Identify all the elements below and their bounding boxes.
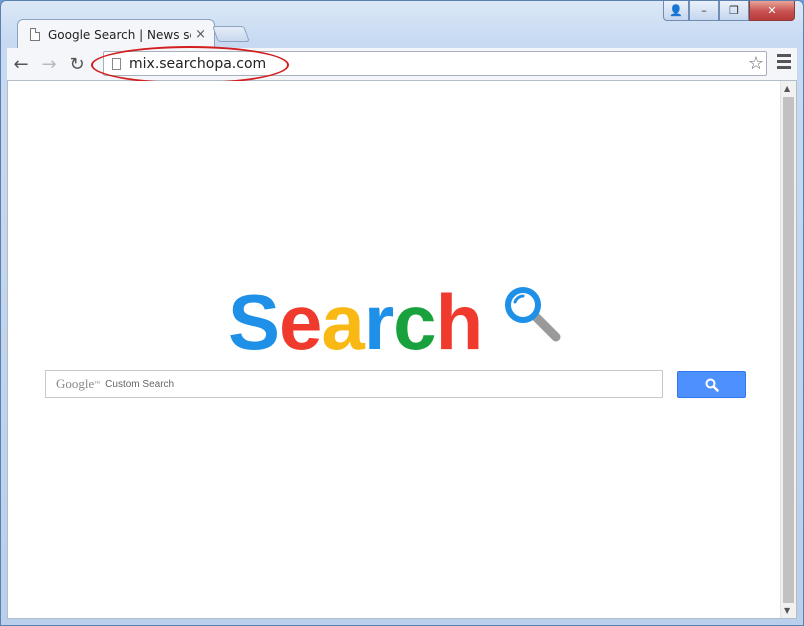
scroll-up-icon[interactable]: ▲ xyxy=(784,84,790,93)
tab-title: Google Search | News sea xyxy=(48,27,192,42)
logo-letter: h xyxy=(435,278,484,366)
tab-active[interactable]: Google Search | News sea × xyxy=(17,19,215,49)
scroll-down-icon[interactable]: ▼ xyxy=(784,606,790,615)
page-icon xyxy=(30,28,40,41)
tab-close-icon[interactable]: × xyxy=(195,27,206,42)
vertical-scrollbar[interactable]: ▲ ▼ xyxy=(780,81,796,618)
window-controls: 👤 – ❐ ✕ xyxy=(663,1,795,21)
google-brand: Google xyxy=(56,376,95,391)
minimize-button[interactable]: – xyxy=(689,1,719,21)
close-window-button[interactable]: ✕ xyxy=(749,1,795,21)
search-placeholder: Custom Search xyxy=(105,378,175,390)
user-button[interactable]: 👤 xyxy=(663,1,689,21)
browser-window: 👤 – ❐ ✕ Google Search | News sea × ← → ↻… xyxy=(0,0,804,626)
reload-button[interactable]: ↻ xyxy=(63,50,91,78)
new-tab-button[interactable] xyxy=(212,26,250,42)
forward-button[interactable]: → xyxy=(35,50,63,78)
address-bar[interactable]: mix.searchopa.com ☆ xyxy=(103,51,767,76)
maximize-button[interactable]: ❐ xyxy=(719,1,749,21)
search-icon xyxy=(705,378,719,392)
toolbar: ← → ↻ mix.searchopa.com ☆ xyxy=(7,48,797,81)
scroll-thumb[interactable] xyxy=(783,97,794,603)
search-button[interactable] xyxy=(677,371,746,398)
page-icon xyxy=(112,57,121,70)
trademark: ™ xyxy=(94,381,101,387)
back-button[interactable]: ← xyxy=(7,50,35,78)
magnifier-icon xyxy=(505,287,561,342)
search-input[interactable]: Google ™ Custom Search xyxy=(45,370,663,398)
logo-letter: S xyxy=(228,278,280,366)
url-text: mix.searchopa.com xyxy=(129,55,267,72)
logo-letter: c xyxy=(393,278,436,366)
bookmark-star-icon[interactable]: ☆ xyxy=(748,53,764,74)
page-viewport: Search Google ™ Custom Search ▲ ▼ xyxy=(7,81,797,619)
logo-letter: r xyxy=(363,278,394,366)
logo-letter: a xyxy=(321,278,364,366)
search-logo: Search xyxy=(228,277,483,366)
logo-letter: e xyxy=(279,278,322,366)
menu-icon[interactable] xyxy=(777,54,791,72)
